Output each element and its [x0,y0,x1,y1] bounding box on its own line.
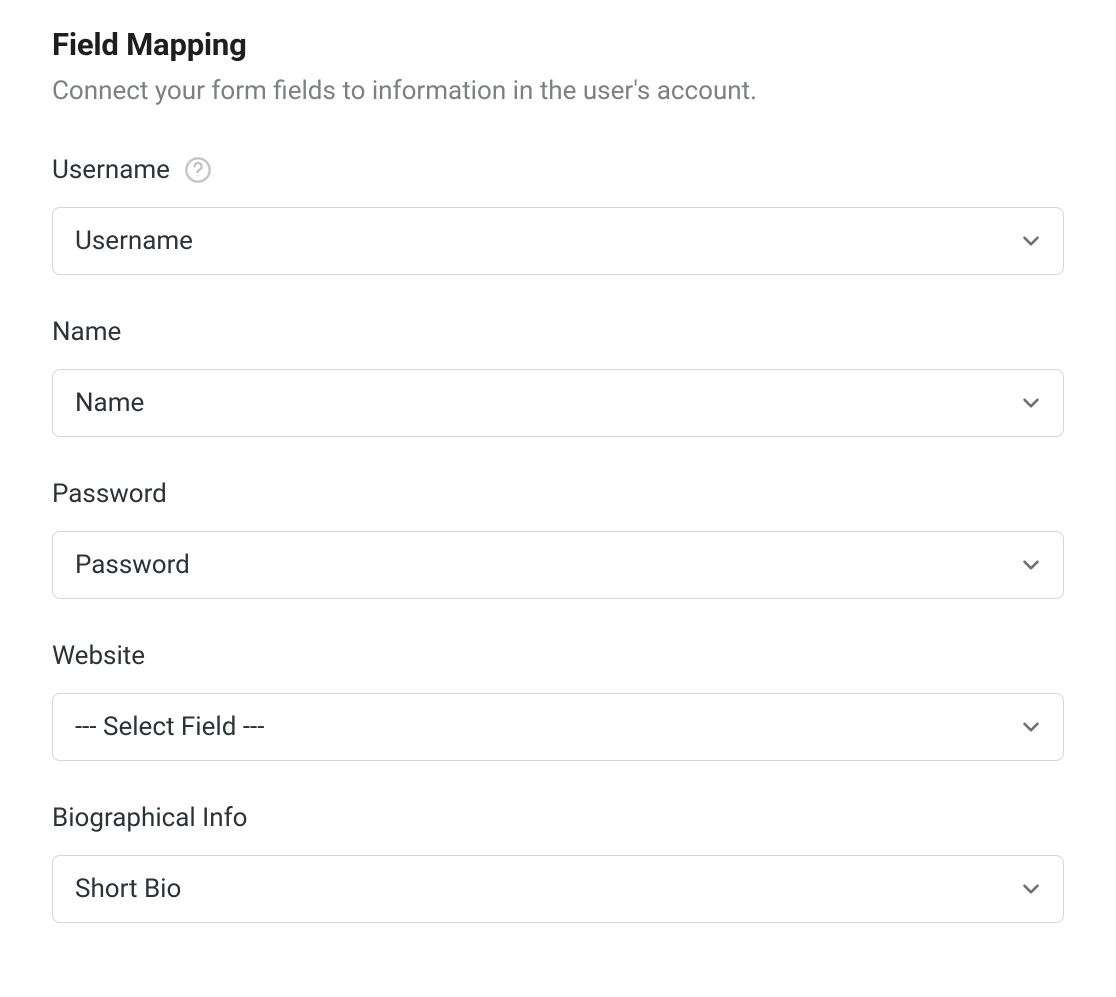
field-label: Name [52,317,121,347]
username-select[interactable]: Username [52,207,1064,275]
field-mapping-row-bio: Biographical Info Short Bio [52,803,1064,923]
field-label: Website [52,641,145,671]
select-value: Name [75,388,144,418]
chevron-down-icon [1017,551,1045,579]
label-line: Name [52,317,1064,347]
field-mapping-row-name: Name Name [52,317,1064,437]
field-label: Biographical Info [52,803,247,833]
bio-select[interactable]: Short Bio [52,855,1064,923]
section-title: Field Mapping [52,26,1064,63]
website-select[interactable]: --- Select Field --- [52,693,1064,761]
label-line: Password [52,479,1064,509]
name-select[interactable]: Name [52,369,1064,437]
help-icon[interactable] [184,156,212,184]
select-value: Password [75,550,190,580]
field-label: Password [52,479,167,509]
label-line: Username [52,155,1064,185]
label-line: Biographical Info [52,803,1064,833]
section-subtitle: Connect your form fields to information … [52,73,1064,109]
chevron-down-icon [1017,713,1045,741]
field-mapping-row-website: Website --- Select Field --- [52,641,1064,761]
label-line: Website [52,641,1064,671]
select-value: --- Select Field --- [75,712,264,742]
field-label: Username [52,155,170,185]
field-mapping-row-password: Password Password [52,479,1064,599]
select-value: Short Bio [75,874,181,904]
password-select[interactable]: Password [52,531,1064,599]
field-mapping-row-username: Username Username [52,155,1064,275]
chevron-down-icon [1017,389,1045,417]
chevron-down-icon [1017,227,1045,255]
select-value: Username [75,226,193,256]
chevron-down-icon [1017,875,1045,903]
